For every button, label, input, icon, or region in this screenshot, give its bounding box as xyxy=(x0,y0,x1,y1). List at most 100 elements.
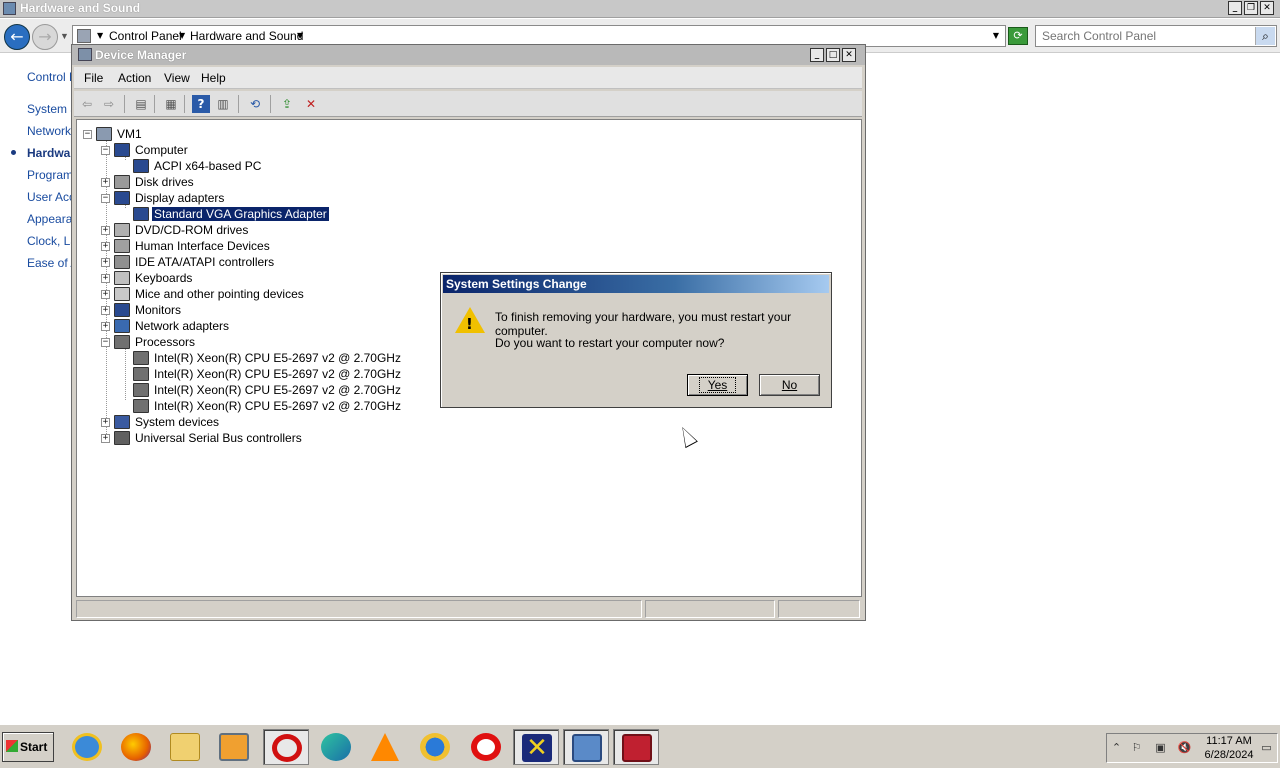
dm-maximize-button[interactable]: □ xyxy=(826,48,840,62)
sidebar-link-network[interactable]: Network and Internet xyxy=(27,124,72,138)
tree-item[interactable]: + Network adapters xyxy=(101,318,231,334)
back-icon[interactable]: ⇦ xyxy=(78,95,96,113)
recent-pages-dropdown-icon[interactable]: ▼ xyxy=(60,31,69,41)
volume-muted-icon[interactable]: 🔇 xyxy=(1177,741,1192,755)
menu-help[interactable]: Help xyxy=(201,71,226,85)
expand-icon[interactable]: + xyxy=(101,273,110,283)
search-input[interactable] xyxy=(1036,26,1246,46)
crumb-arrow-icon[interactable]: ▼ xyxy=(297,31,303,40)
device-manager-icon[interactable] xyxy=(613,729,659,765)
action-center-flag-icon[interactable]: ⚐ xyxy=(1129,741,1144,755)
show-desktop-icon[interactable]: ▭ xyxy=(1259,741,1274,755)
view-icon[interactable]: ▥ xyxy=(214,95,232,113)
menu-view[interactable]: View xyxy=(164,71,190,85)
collapse-icon[interactable]: − xyxy=(101,337,110,347)
tree-item[interactable]: + System devices xyxy=(101,414,221,430)
edge-icon[interactable] xyxy=(313,729,359,765)
sidebar-link-system-and-security[interactable]: System and Security xyxy=(27,102,72,116)
firefox-icon[interactable] xyxy=(113,729,159,765)
start-button[interactable]: Start xyxy=(2,732,54,762)
tree-item[interactable]: + Mice and other pointing devices xyxy=(101,286,306,302)
expand-icon[interactable]: + xyxy=(101,433,110,443)
address-dropdown-icon[interactable]: ▼ xyxy=(993,31,999,40)
show-hidden-icons-icon[interactable]: ⌃ xyxy=(1109,741,1124,755)
dialog-titlebar[interactable]: System Settings Change xyxy=(443,275,829,293)
network-icon[interactable]: ▣ xyxy=(1153,741,1168,755)
forward-icon[interactable]: ⇨ xyxy=(100,95,118,113)
tree-item[interactable]: + Disk drives xyxy=(101,174,196,190)
tree-item[interactable]: Standard VGA Graphics Adapter xyxy=(120,206,329,222)
no-button[interactable]: No xyxy=(759,374,820,396)
xming-icon[interactable]: ✕ xyxy=(513,729,559,765)
search-icon[interactable]: ⌕ xyxy=(1255,27,1275,45)
opera-gx-icon[interactable] xyxy=(463,729,509,765)
collapse-icon[interactable]: − xyxy=(83,129,92,139)
explorer-icon[interactable] xyxy=(162,729,208,765)
tree-item[interactable]: − Display adapters xyxy=(101,190,226,206)
internet-explorer-icon[interactable] xyxy=(64,729,110,765)
expand-icon[interactable]: + xyxy=(101,305,110,315)
control-panel-icon[interactable] xyxy=(563,729,609,765)
close-button[interactable]: ✕ xyxy=(1260,1,1274,15)
dm-minimize-button[interactable]: _ xyxy=(810,48,824,62)
collapse-icon[interactable]: − xyxy=(101,193,110,203)
menu-action[interactable]: Action xyxy=(118,71,151,85)
crumb-arrow-icon[interactable]: ▼ xyxy=(179,31,185,40)
tree-item[interactable]: − Computer xyxy=(101,142,190,158)
tree-item[interactable]: Intel(R) Xeon(R) CPU E5-2697 v2 @ 2.70GH… xyxy=(120,366,403,382)
tree-item[interactable]: + Keyboards xyxy=(101,270,194,286)
update-driver-icon[interactable]: ⇪ xyxy=(278,95,296,113)
minimize-button[interactable]: _ xyxy=(1228,1,1242,15)
tree-item[interactable]: Intel(R) Xeon(R) CPU E5-2697 v2 @ 2.70GH… xyxy=(120,350,403,366)
scan-icon[interactable]: ⟲ xyxy=(246,95,264,113)
expand-icon[interactable]: + xyxy=(101,289,110,299)
sidebar-link-ease-of-access[interactable]: Ease of Access xyxy=(27,256,72,270)
breadcrumb-hardware-and-sound[interactable]: Hardware and Sound xyxy=(190,29,303,43)
forward-button[interactable]: → xyxy=(32,24,58,50)
expand-icon[interactable]: + xyxy=(101,177,110,187)
breadcrumb-control-panel[interactable]: Control Panel xyxy=(109,29,182,43)
menu-file[interactable]: File xyxy=(84,71,103,85)
yes-button[interactable]: Yes xyxy=(687,374,748,396)
properties-icon[interactable]: ▦ xyxy=(162,95,180,113)
tree-item[interactable]: ACPI x64-based PC xyxy=(120,158,263,174)
tree-item[interactable]: + DVD/CD-ROM drives xyxy=(101,222,250,238)
tree-item[interactable]: Intel(R) Xeon(R) CPU E5-2697 v2 @ 2.70GH… xyxy=(120,398,403,414)
expand-icon[interactable]: + xyxy=(101,417,110,427)
refresh-button[interactable]: ⟳ xyxy=(1008,27,1028,45)
show-hide-tree-icon[interactable]: ▤ xyxy=(132,95,150,113)
tree-item[interactable]: + Monitors xyxy=(101,302,183,318)
uninstall-icon[interactable]: ✕ xyxy=(302,95,320,113)
expand-icon[interactable]: + xyxy=(101,321,110,331)
tree-item[interactable]: + IDE ATA/ATAPI controllers xyxy=(101,254,276,270)
expand-icon[interactable]: + xyxy=(101,257,110,267)
clock-time[interactable]: 11:17 AM xyxy=(1203,735,1255,747)
tree-item[interactable]: + Universal Serial Bus controllers xyxy=(101,430,304,446)
collapse-icon[interactable]: − xyxy=(101,145,110,155)
media-player-icon[interactable] xyxy=(211,729,257,765)
sidebar-link-user-accounts[interactable]: User Accounts xyxy=(27,190,72,204)
crumb-arrow-icon[interactable]: ▼ xyxy=(97,31,103,40)
dvd-icon xyxy=(114,223,130,237)
expand-icon[interactable]: + xyxy=(101,225,110,235)
expand-icon[interactable]: + xyxy=(101,241,110,251)
weather-icon[interactable] xyxy=(412,729,458,765)
device-manager-titlebar[interactable]: Device Manager _ □ ✕ xyxy=(72,45,865,65)
clock-date[interactable]: 6/28/2024 xyxy=(1203,749,1255,761)
sidebar-link-programs[interactable]: Programs xyxy=(27,168,72,182)
dm-close-button[interactable]: ✕ xyxy=(842,48,856,62)
opera-icon[interactable] xyxy=(263,729,309,765)
help-icon[interactable]: ? xyxy=(192,95,210,113)
back-button[interactable]: ← xyxy=(4,24,30,50)
sidebar-link-appearance[interactable]: Appearance xyxy=(27,212,72,226)
vlc-icon[interactable] xyxy=(362,729,408,765)
tree-item[interactable]: − Processors xyxy=(101,334,197,350)
search-box[interactable]: ⌕ xyxy=(1035,25,1277,47)
restore-button[interactable]: ❐ xyxy=(1244,1,1258,15)
sidebar-link-control-panel-home[interactable]: Control Panel Home xyxy=(27,70,72,84)
tree-item[interactable]: Intel(R) Xeon(R) CPU E5-2697 v2 @ 2.70GH… xyxy=(120,382,403,398)
tree-item[interactable]: − VM1 xyxy=(83,126,144,142)
sidebar-link-clock-language[interactable]: Clock, Language, and Region xyxy=(27,234,72,248)
tree-item[interactable]: + Human Interface Devices xyxy=(101,238,272,254)
sidebar-link-hardware-and-sound[interactable]: Hardware and Sound xyxy=(27,146,72,160)
